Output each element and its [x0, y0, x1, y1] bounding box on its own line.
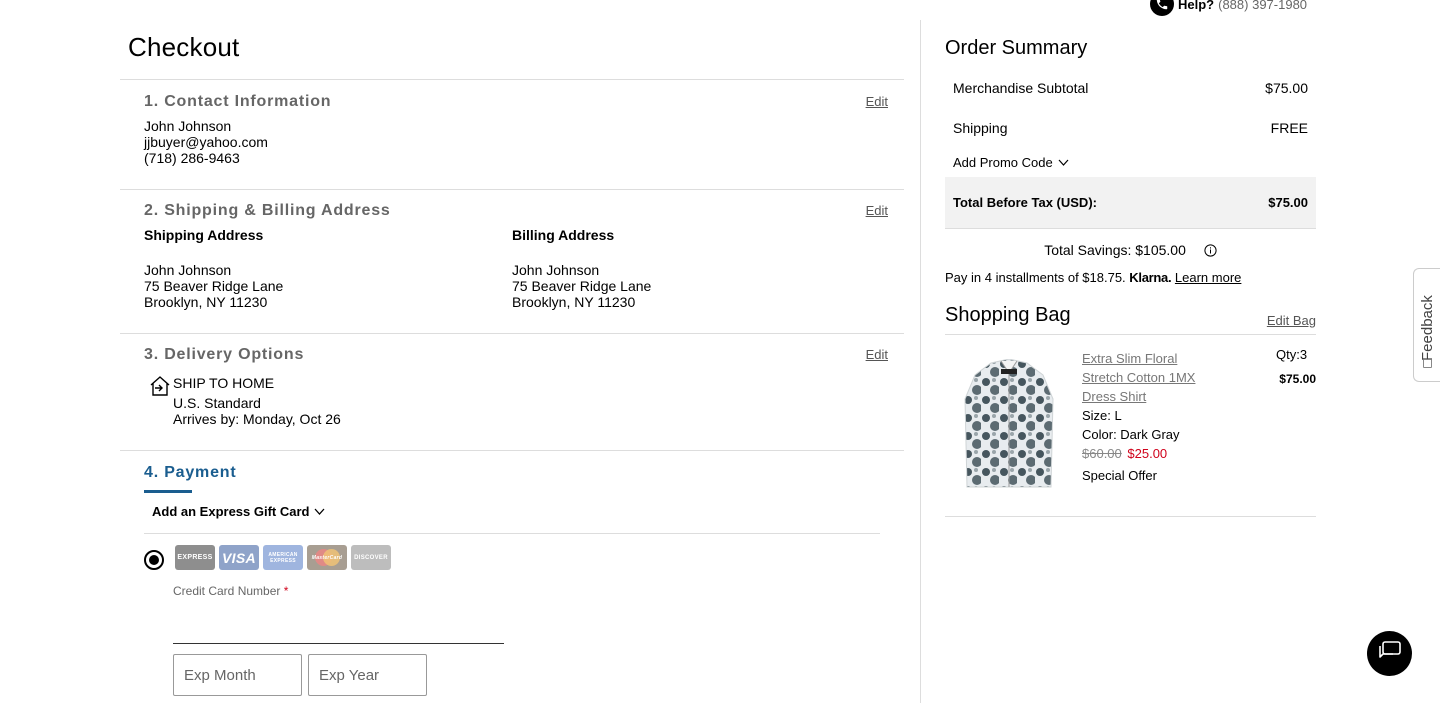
credit-card-radio[interactable] — [144, 550, 164, 570]
contact-heading: 1. Contact Information — [144, 93, 332, 110]
product-image[interactable] — [963, 358, 1055, 491]
feedback-icon — [1423, 359, 1432, 368]
visa-card-icon: VISA — [219, 545, 259, 570]
delivery-method: SHIP TO HOME — [173, 375, 275, 391]
exp-month-select[interactable]: Exp Month — [173, 654, 302, 696]
feedback-tab[interactable]: Feedback — [1413, 268, 1440, 382]
product-color: Color: Dark Gray — [1082, 427, 1180, 442]
payment-active-underline — [144, 490, 192, 493]
address-heading: 2. Shipping & Billing Address — [144, 202, 391, 219]
promo-code-toggle[interactable]: Add Promo Code — [953, 155, 1069, 170]
product-line-total: $75.00 — [1279, 372, 1316, 386]
column-divider — [920, 20, 921, 703]
shipping-city: Brooklyn, NY 11230 — [144, 294, 268, 310]
billing-address-title: Billing Address — [512, 227, 615, 243]
exp-year-select[interactable]: Exp Year — [308, 654, 427, 696]
klarna-logo: Klarna. — [1129, 270, 1172, 285]
klarna-message: Pay in 4 installments of $18.75. Klarna.… — [945, 270, 1242, 285]
total-before-tax: Total Before Tax (USD): $75.00 — [945, 177, 1316, 229]
product-qty: Qty:3 — [1276, 347, 1308, 362]
feedback-label: Feedback — [1419, 295, 1436, 361]
gift-card-label: Add an Express Gift Card — [152, 504, 310, 519]
product-size: Size: L — [1082, 408, 1122, 423]
shipping-row: Shipping FREE — [945, 120, 1316, 136]
delivery-heading: 3. Delivery Options — [144, 346, 305, 363]
required-mark: * — [283, 584, 289, 598]
subtotal-row: Merchandise Subtotal $75.00 — [945, 80, 1316, 96]
special-offer: Special Offer — [1082, 468, 1157, 483]
delivery-service: U.S. Standard — [173, 395, 261, 411]
original-price: $60.00 — [1082, 446, 1122, 461]
discover-card-icon: DISCOVER — [351, 545, 391, 570]
ship-to-home-icon — [149, 375, 171, 402]
address-section: 2. Shipping & Billing Address Edit Shipp… — [120, 189, 904, 333]
chat-button[interactable] — [1367, 631, 1412, 676]
shipping-name: John Johnson — [144, 262, 232, 278]
contact-section: 1. Contact Information Edit John Johnson… — [120, 79, 904, 189]
checkout-main: Checkout 1. Contact Information Edit Joh… — [120, 0, 904, 703]
payment-heading: 4. Payment — [144, 464, 237, 481]
order-summary-panel: Order Summary Merchandise Subtotal $75.0… — [945, 0, 1316, 703]
billing-name: John Johnson — [512, 262, 600, 278]
total-label: Total Before Tax (USD): — [953, 195, 1097, 210]
info-icon[interactable] — [1204, 244, 1217, 260]
total-savings: Total Savings: $105.00 — [945, 242, 1316, 260]
sale-price: $25.00 — [1127, 446, 1168, 461]
shipping-label: Shipping — [953, 120, 1008, 136]
shipping-value: FREE — [1270, 120, 1308, 136]
product-name-link[interactable]: Extra Slim Floral Stretch Cotton 1MX Dre… — [1082, 349, 1195, 406]
billing-street: 75 Beaver Ridge Lane — [512, 278, 652, 294]
edit-address-link[interactable]: Edit — [866, 203, 888, 218]
credit-card-number-label: Credit Card Number * — [173, 584, 289, 598]
payment-divider — [144, 533, 880, 534]
chevron-down-icon — [314, 504, 325, 519]
subtotal-value: $75.00 — [1265, 80, 1308, 96]
bag-bottom-divider — [945, 516, 1316, 517]
total-value: $75.00 — [1268, 195, 1308, 210]
billing-city: Brooklyn, NY 11230 — [512, 294, 636, 310]
contact-name: John Johnson — [144, 118, 232, 134]
contact-phone: (718) 286-9463 — [144, 150, 240, 166]
express-card-icon: EXPRESS — [175, 545, 215, 570]
amex-card-icon: AMERICAN EXPRESS — [263, 545, 303, 570]
mastercard-card-icon: MasterCard — [307, 545, 347, 570]
shipping-street: 75 Beaver Ridge Lane — [144, 278, 284, 294]
shopping-bag-title: Shopping Bag — [945, 304, 1071, 326]
contact-email: jjbuyer@yahoo.com — [144, 134, 268, 150]
order-summary-title: Order Summary — [945, 37, 1088, 59]
bag-divider — [945, 334, 1316, 335]
gift-card-toggle[interactable]: Add an Express Gift Card — [152, 504, 325, 519]
shipping-address-title: Shipping Address — [144, 227, 264, 243]
product-price: $60.00 $25.00 — [1082, 444, 1167, 463]
chevron-down-icon — [1058, 155, 1069, 170]
klarna-learn-more-link[interactable]: Learn more — [1175, 270, 1241, 285]
edit-delivery-link[interactable]: Edit — [866, 347, 888, 362]
chat-icon — [1378, 640, 1402, 667]
subtotal-label: Merchandise Subtotal — [953, 80, 1089, 96]
edit-contact-link[interactable]: Edit — [866, 94, 888, 109]
delivery-section: 3. Delivery Options Edit SHIP TO HOME U.… — [120, 333, 904, 450]
edit-bag-link[interactable]: Edit Bag — [1267, 313, 1316, 328]
delivery-arrives: Arrives by: Monday, Oct 26 — [173, 411, 341, 427]
credit-card-number-input[interactable] — [173, 605, 504, 644]
page-title: Checkout — [128, 32, 240, 62]
